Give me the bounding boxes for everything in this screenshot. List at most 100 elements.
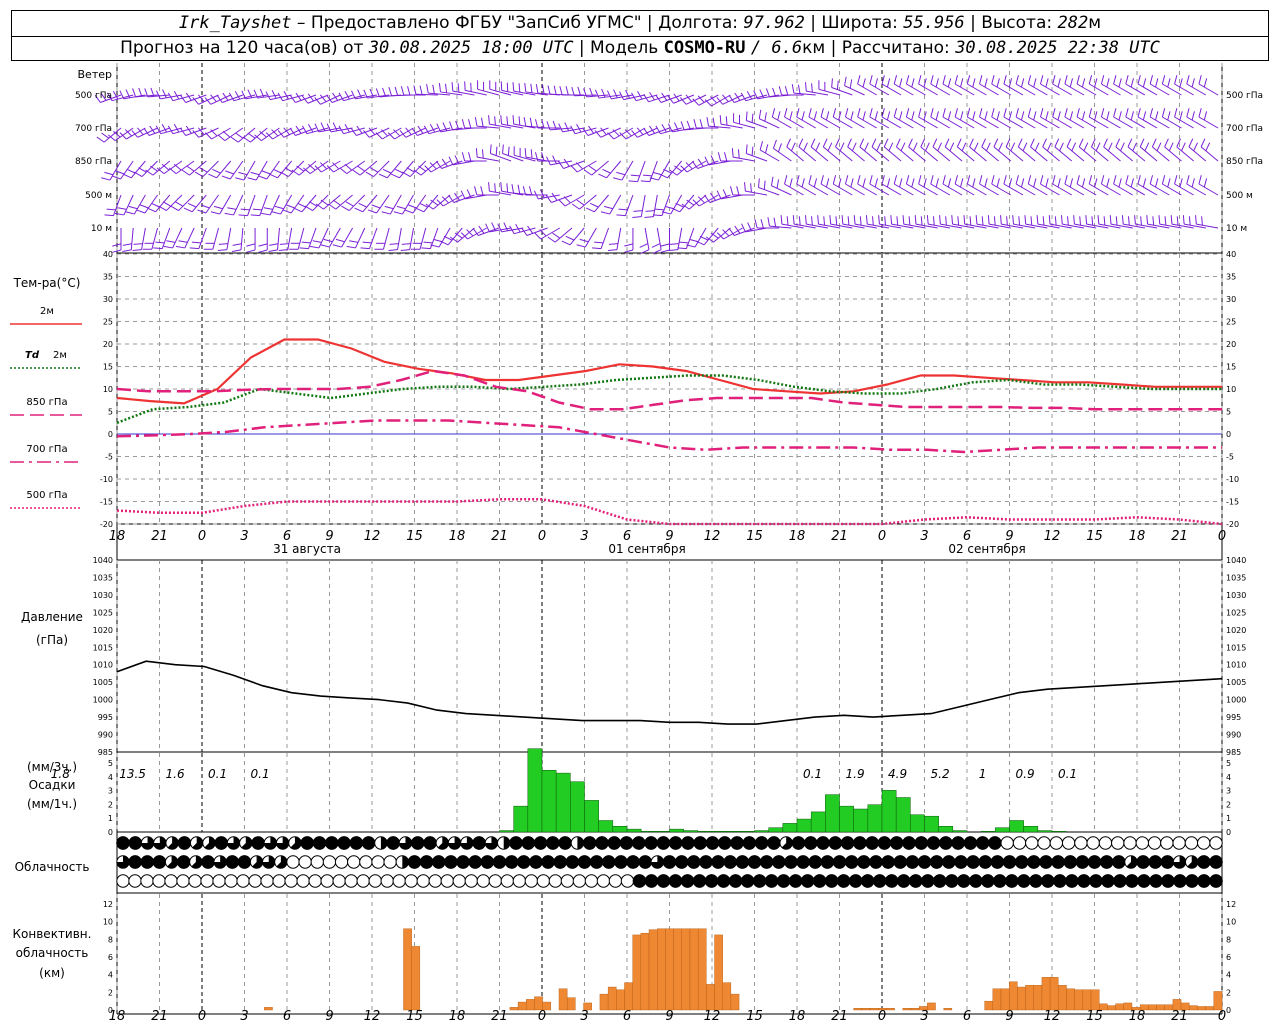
cloud-cover-icon: [356, 874, 370, 888]
wind-barb-flag: [632, 216, 642, 218]
wind-barb-flag: [1201, 216, 1203, 226]
wind-barb-flag: [991, 108, 995, 118]
wind-barb-flag: [1103, 216, 1106, 226]
wind-barb-flag: [166, 240, 176, 243]
temp-tick-left: 0: [108, 430, 113, 439]
wind-barb-flag: [642, 174, 652, 177]
wind-barb-flag: [640, 180, 650, 183]
wind-barb-flag: [1076, 75, 1080, 85]
wind-barb-flag: [893, 175, 898, 185]
wind-barb-flag: [850, 111, 854, 121]
wind-barb-staff: [1125, 116, 1146, 129]
wind-barb-flag: [1191, 178, 1195, 188]
wind-barb-flag: [506, 116, 509, 126]
wind-barb-staff: [881, 83, 902, 96]
wind-barb-staff: [219, 194, 232, 215]
wind-barb-flag: [760, 219, 764, 229]
wind-barb-flag: [393, 211, 403, 215]
wind-barb-flag: [902, 215, 905, 225]
wind-barb-flag: [394, 168, 404, 174]
pres-tick-right: 1035: [1226, 573, 1246, 582]
wind-barb-flag: [512, 115, 515, 125]
cloud-cover-icon: [1025, 836, 1039, 850]
wind-barb-staff: [579, 194, 597, 210]
cloud-cover-icon: [1125, 874, 1139, 888]
wind-barb-flag: [918, 75, 922, 85]
cloud-cover-icon: [957, 874, 971, 888]
precip-bar: [768, 827, 784, 833]
wind-barb-flag: [173, 124, 180, 133]
cloud-cover-icon: [975, 836, 990, 850]
wind-barb-staff: [942, 83, 963, 96]
wind-barb-flag: [1012, 215, 1014, 225]
cloud-cover-icon: [152, 874, 166, 888]
wind-barb-flag: [1076, 175, 1080, 185]
wind-barb-flag: [232, 243, 242, 246]
precip-bar: [980, 831, 996, 833]
precip-bar: [669, 828, 684, 833]
wind-barb-staff: [205, 194, 219, 214]
wind-barb-staff: [1137, 116, 1158, 129]
convective-bar: [665, 928, 674, 1011]
wind-barb-flag: [780, 215, 783, 225]
precip-bar: [499, 830, 514, 833]
temp-tick-left: -10: [100, 475, 113, 484]
wind-barb-flag: [949, 142, 955, 152]
cloud-cover-icon: [517, 855, 531, 869]
wind-barb-flag: [844, 76, 847, 86]
cloud-cover-icon: [177, 836, 192, 850]
cloud-cover-icon: [978, 855, 992, 869]
wind-barb-flag: [637, 91, 643, 100]
convective-bar: [1156, 1004, 1165, 1011]
wind-barb-flag: [221, 175, 231, 180]
precip-bar: [881, 790, 897, 833]
wind-barb-staff: [796, 116, 817, 129]
wind-barb-flag: [461, 119, 466, 129]
wind-barb-flag: [309, 245, 320, 249]
wind-barb-flag: [947, 111, 952, 121]
wind-barb-flag: [925, 142, 930, 152]
wind-barb-flag: [1137, 175, 1141, 185]
temp-title: Тем-ра(°C): [13, 276, 81, 290]
wind-barb-flag: [1088, 175, 1093, 185]
wind-barb-flag: [512, 82, 515, 92]
precip-bar: [683, 830, 699, 833]
wind-barb-flag: [204, 132, 213, 140]
cloud-cover-icon: [1089, 874, 1103, 888]
wind-barb-flag: [1097, 215, 1100, 225]
wind-barb-flag: [835, 138, 840, 148]
cloud-cover-icon: [128, 836, 142, 850]
wind-barb-flag: [592, 247, 602, 250]
wind-barb-staff: [189, 160, 207, 176]
wind-barb-flag: [335, 238, 345, 243]
cloud-cover-icon: [468, 855, 482, 869]
wind-barb-staff: [808, 116, 829, 129]
wind-barb-flag: [133, 171, 143, 177]
wind-barb-flag: [972, 178, 976, 188]
cloud-cover-icon: [284, 874, 298, 888]
wind-barb-flag: [899, 78, 903, 88]
wind-barb-flag: [751, 146, 754, 156]
wind-barb-flag: [104, 214, 114, 217]
wind-barb-flag: [480, 186, 484, 196]
wind-barb-flag: [839, 142, 845, 152]
wind-barb-flag: [371, 204, 381, 209]
cloud-cover-icon: [128, 855, 142, 869]
wind-barb-staff: [930, 116, 951, 129]
hour-label-bottom: 0: [198, 1009, 206, 1024]
wind-barb-flag: [1198, 108, 1202, 118]
cloud-cover-icon: [560, 874, 575, 888]
pres-tick-left: 1035: [93, 573, 113, 582]
wind-barb-flag: [122, 243, 132, 246]
wind-barb-flag: [786, 138, 791, 148]
wind-barb-staff: [1064, 183, 1085, 196]
wind-barb-flag: [893, 108, 898, 118]
wind-barb-flag: [1003, 75, 1007, 85]
wind-barb-flag: [731, 148, 734, 158]
wind-barb-staff: [594, 194, 609, 213]
wind-barb-flag: [1030, 216, 1033, 226]
wind-barb-flag: [767, 217, 770, 227]
wind-barb-flag: [1040, 175, 1044, 185]
wind-barb-staff: [881, 183, 902, 196]
wind-barb-flag: [984, 111, 988, 121]
